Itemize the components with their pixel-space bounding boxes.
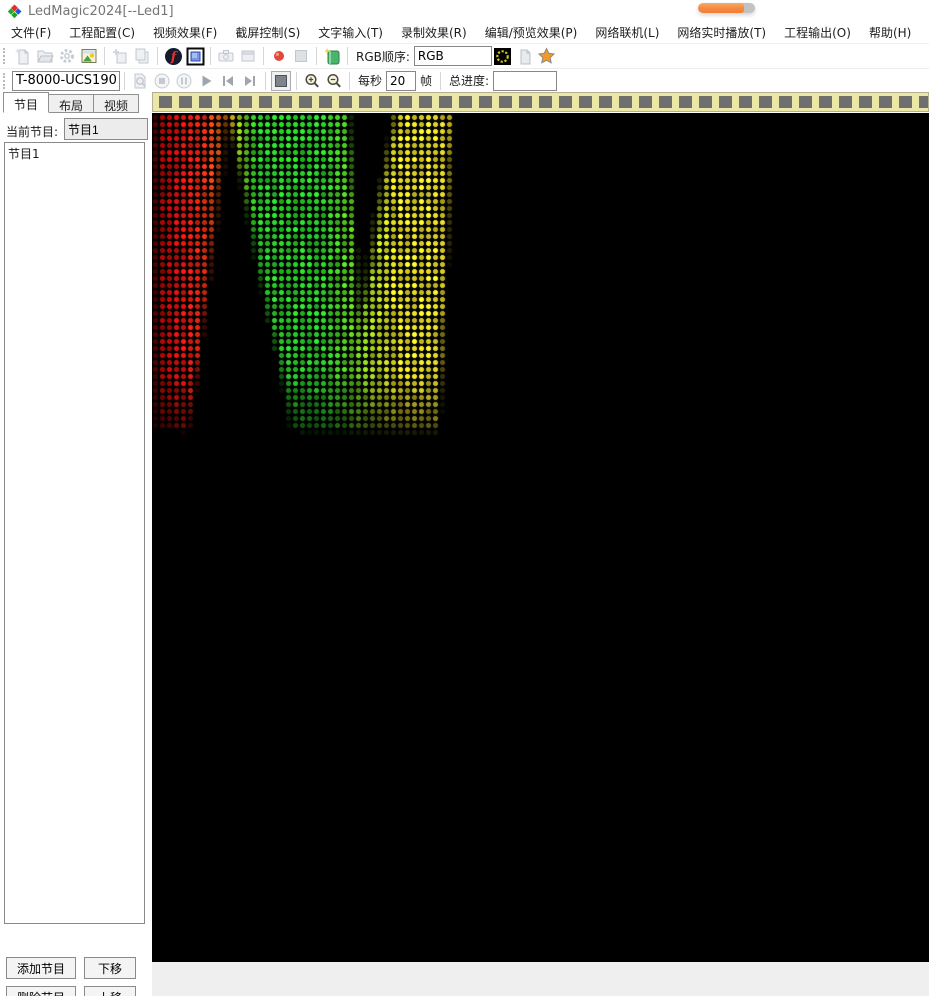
move-up-button[interactable]: 上移 [84, 986, 136, 996]
rgb-order-label: RGB顺序: [356, 49, 410, 64]
settings-gear-icon[interactable] [57, 46, 77, 66]
fps-suffix-label: 帧 [420, 74, 433, 88]
preview-page-icon[interactable] [130, 71, 150, 91]
menu-screen-capture-control[interactable]: 截屏控制(S) [226, 21, 309, 44]
zoom-out-icon[interactable] [324, 71, 344, 91]
delete-program-button[interactable]: 删除节目 [6, 986, 76, 996]
color-ring-icon[interactable] [493, 46, 513, 66]
toolbar-separator [124, 71, 125, 90]
toolbar-separator [316, 47, 317, 65]
toolbar-grip[interactable] [3, 48, 8, 64]
record-icon[interactable] [269, 46, 289, 66]
tab-layout[interactable]: 布局 [48, 94, 95, 113]
toolbar-separator [349, 71, 350, 90]
toolbar-grip[interactable] [3, 72, 8, 89]
toolbar-playback: 每秒 帧 总进度: [0, 68, 929, 92]
screen-capture-icon[interactable] [216, 46, 236, 66]
open-project-icon[interactable] [35, 46, 55, 66]
stop-frame-icon[interactable] [271, 70, 291, 91]
window-title: LedMagic2024[--Led1] [28, 3, 174, 19]
app-logo-icon [7, 4, 22, 18]
new-project-icon[interactable] [13, 46, 33, 66]
capture-window-icon[interactable] [238, 46, 258, 66]
favorite-star-icon[interactable] [537, 46, 557, 66]
play-icon[interactable] [196, 71, 216, 91]
add-program-button[interactable]: 添加节目 [6, 957, 76, 979]
menu-network-online[interactable]: 网络联机(L) [586, 21, 668, 44]
toolbar-separator [104, 47, 105, 65]
total-progress-label: 总进度: [449, 74, 490, 88]
tab-program[interactable]: 节目 [3, 92, 50, 113]
rgb-order-input[interactable] [413, 46, 492, 66]
current-program-label: 当前节目: [6, 125, 59, 139]
device-type-input[interactable] [12, 70, 120, 91]
toolbar-separator [296, 71, 297, 90]
skip-start-icon[interactable] [218, 71, 238, 91]
fps-input[interactable] [386, 70, 417, 91]
toolbar-separator [347, 47, 348, 65]
led-preview-screen[interactable] [152, 113, 929, 962]
tab-video[interactable]: 视频 [93, 94, 140, 113]
toolbar-separator [440, 71, 442, 90]
menu-bar: 文件(F) 工程配置(C) 视频效果(F) 截屏控制(S) 文字输入(T) 录制… [0, 22, 929, 44]
total-progress-input[interactable] [493, 70, 558, 91]
timeline-ruler-squares [159, 96, 928, 108]
menu-file[interactable]: 文件(F) [2, 21, 60, 44]
timeline-ruler [152, 92, 929, 112]
menu-project-output[interactable]: 工程输出(O) [775, 21, 860, 44]
overlay-progress-fill [698, 3, 744, 13]
program-list[interactable]: 节目1 [4, 142, 145, 924]
screen-preview-icon[interactable] [185, 46, 205, 66]
effects-library-icon[interactable] [322, 46, 342, 66]
pause-playback-icon[interactable] [174, 71, 194, 91]
menu-project-config[interactable]: 工程配置(C) [60, 21, 144, 44]
overlay-progress-pill [698, 3, 755, 13]
toolbar-separator [263, 47, 264, 65]
zoom-in-icon[interactable] [302, 71, 322, 91]
led-canvas [152, 113, 929, 962]
status-strip [152, 962, 929, 996]
flash-player-icon[interactable]: f [163, 46, 183, 66]
menu-edit-preview-effects[interactable]: 编辑/预览效果(P) [476, 21, 587, 44]
fps-prefix-label: 每秒 [358, 74, 383, 88]
stop-record-icon[interactable] [291, 46, 311, 66]
move-down-button[interactable]: 下移 [84, 957, 136, 979]
menu-record-effects[interactable]: 录制效果(R) [392, 21, 476, 44]
copy-page-icon[interactable] [132, 46, 152, 66]
program-panel: 当前节目: 节目1 添加节目 下移 删除节目 上移 [0, 113, 150, 996]
current-program-input[interactable] [64, 118, 148, 140]
menu-text-input[interactable]: 文字输入(T) [309, 21, 392, 44]
skip-end-icon[interactable] [240, 71, 260, 91]
program-list-item[interactable]: 节目1 [8, 145, 141, 162]
main-area: 当前节目: 节目1 添加节目 下移 删除节目 上移 [0, 113, 929, 996]
page-icon[interactable] [515, 46, 535, 66]
toolbar-separator [157, 47, 158, 65]
menu-help[interactable]: 帮助(H) [860, 21, 920, 44]
screen-config-icon[interactable] [79, 46, 99, 66]
toolbar-separator [210, 47, 211, 65]
add-page-icon[interactable] [110, 46, 130, 66]
toolbar-main: f RGB顺序: [0, 44, 929, 68]
stop-playback-icon[interactable] [152, 71, 172, 91]
menu-network-realtime-play[interactable]: 网络实时播放(T) [668, 21, 775, 44]
toolbar-separator [265, 71, 266, 90]
menu-video-effects[interactable]: 视频效果(F) [144, 21, 226, 44]
title-bar: LedMagic2024[--Led1] [0, 0, 929, 22]
